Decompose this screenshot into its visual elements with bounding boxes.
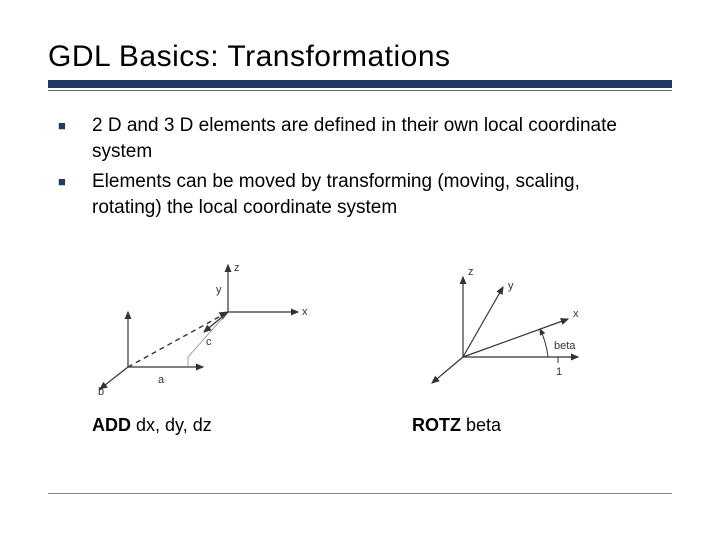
- caption-args: beta: [461, 415, 501, 435]
- footer-rule: [48, 493, 672, 494]
- title-rule-thick: [48, 80, 672, 88]
- bullet-item: ■ Elements can be moved by transforming …: [58, 169, 672, 221]
- axis-label-b: b: [98, 386, 104, 397]
- caption-cmd: ROTZ: [412, 415, 461, 435]
- diagram-add-caption: ADD dx, dy, dz: [88, 415, 348, 436]
- axis-label-a: a: [158, 374, 165, 386]
- slide-title: GDL Basics: Transformations: [48, 40, 672, 74]
- slide: GDL Basics: Transformations ■ 2 D and 3 …: [0, 0, 720, 540]
- diagram-rotz-svg: z y x beta 1: [408, 257, 628, 397]
- title-rule-thin: [48, 90, 672, 91]
- axis-label-x: x: [302, 306, 308, 318]
- bullet-text: 2 D and 3 D elements are defined in thei…: [92, 113, 652, 165]
- diagram-rotz: z y x beta 1 ROTZ beta: [408, 257, 668, 436]
- bullet-item: ■ 2 D and 3 D elements are defined in th…: [58, 113, 672, 165]
- bullet-list: ■ 2 D and 3 D elements are defined in th…: [48, 113, 672, 221]
- diagram-rotz-caption: ROTZ beta: [408, 415, 668, 436]
- axis-label-y: y: [508, 280, 514, 292]
- diagram-add-svg: z y x a b c: [88, 257, 328, 397]
- axis-label-x: x: [573, 308, 579, 320]
- caption-args: dx, dy, dz: [131, 415, 212, 435]
- axis-label-y: y: [216, 284, 222, 296]
- caption-cmd: ADD: [92, 415, 131, 435]
- diagram-add: z y x a b c ADD dx, dy, dz: [88, 257, 348, 436]
- bullet-square-icon: ■: [58, 113, 92, 139]
- unit-label-one: 1: [556, 366, 562, 378]
- bullet-text: Elements can be moved by transforming (m…: [92, 169, 652, 221]
- diagram-row: z y x a b c ADD dx, dy, dz: [48, 257, 672, 436]
- axis-label-z: z: [468, 266, 474, 278]
- axis-label-c: c: [206, 336, 212, 348]
- angle-label-beta: beta: [554, 340, 576, 352]
- bullet-square-icon: ■: [58, 169, 92, 195]
- axis-label-z: z: [234, 262, 240, 274]
